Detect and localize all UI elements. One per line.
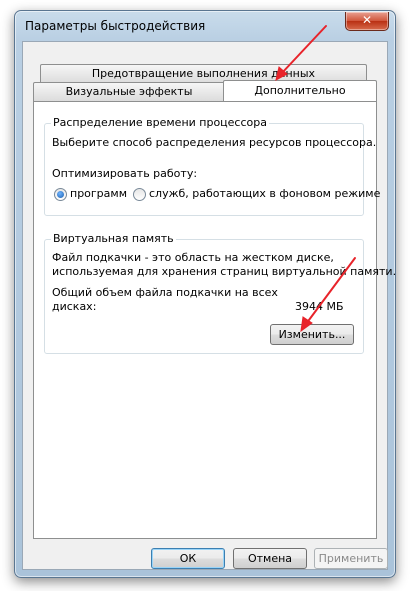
title-bar[interactable]: Параметры быстродействия ✕ [15,11,395,41]
virtual-memory-group: Виртуальная память Файл подкачки - это о… [44,232,396,354]
selected-radio-dot [57,191,64,198]
tab-label: Предотвращение выполнения данных [91,67,316,80]
tab-label: Дополнительно [254,84,346,97]
vm-total-label-line2: дисках: [52,300,97,313]
cancel-button[interactable]: Отмена [233,548,307,569]
close-icon: ✕ [361,13,373,27]
performance-options-window: Параметры быстродействия ✕ Предотвращени… [14,10,396,578]
cancel-button-label: Отмена [247,552,293,565]
tab-advanced[interactable]: Дополнительно [223,80,377,101]
background-services-radio-label[interactable]: служб, работающих в фоновом режиме [149,187,380,200]
vm-description-line2: используемая для хранения страниц виртуа… [52,265,397,278]
tab-label: Визуальные эффекты [65,85,193,98]
ok-button-label: ОК [179,552,197,565]
programs-radio-label[interactable]: программ [70,187,127,200]
cpu-description: Выберите способ распределения ресурсов п… [52,136,377,149]
close-button[interactable]: ✕ [345,12,389,31]
background-services-radio[interactable] [133,188,146,201]
change-virtual-memory-button[interactable]: Изменить... [270,324,354,345]
ok-button[interactable]: ОК [151,548,225,569]
tab-visual-effects[interactable]: Визуальные эффекты [33,82,225,101]
optimize-label: Оптимизировать работу: [52,167,198,180]
vm-total-label-line1: Общий объем файла подкачки на всех [52,286,278,299]
change-button-label: Изменить... [278,328,346,341]
tab-panel-advanced: Распределение времени процессора Выберит… [33,101,396,539]
apply-button-label: Применить [318,552,384,565]
virtual-memory-title: Виртуальная память [51,232,176,245]
cpu-scheduling-group: Распределение времени процессора Выберит… [44,116,380,216]
vm-description-line1: Файл подкачки - это область на жестком д… [52,251,334,264]
apply-button: Применить [314,548,388,569]
cpu-scheduling-title: Распределение времени процессора [51,116,269,129]
dialog-client-area: Предотвращение выполнения данных Визуаль… [22,41,396,570]
programs-radio[interactable] [54,188,67,201]
vm-total-value: 3944 МБ [295,300,344,313]
window-title: Параметры быстродействия [25,19,206,33]
